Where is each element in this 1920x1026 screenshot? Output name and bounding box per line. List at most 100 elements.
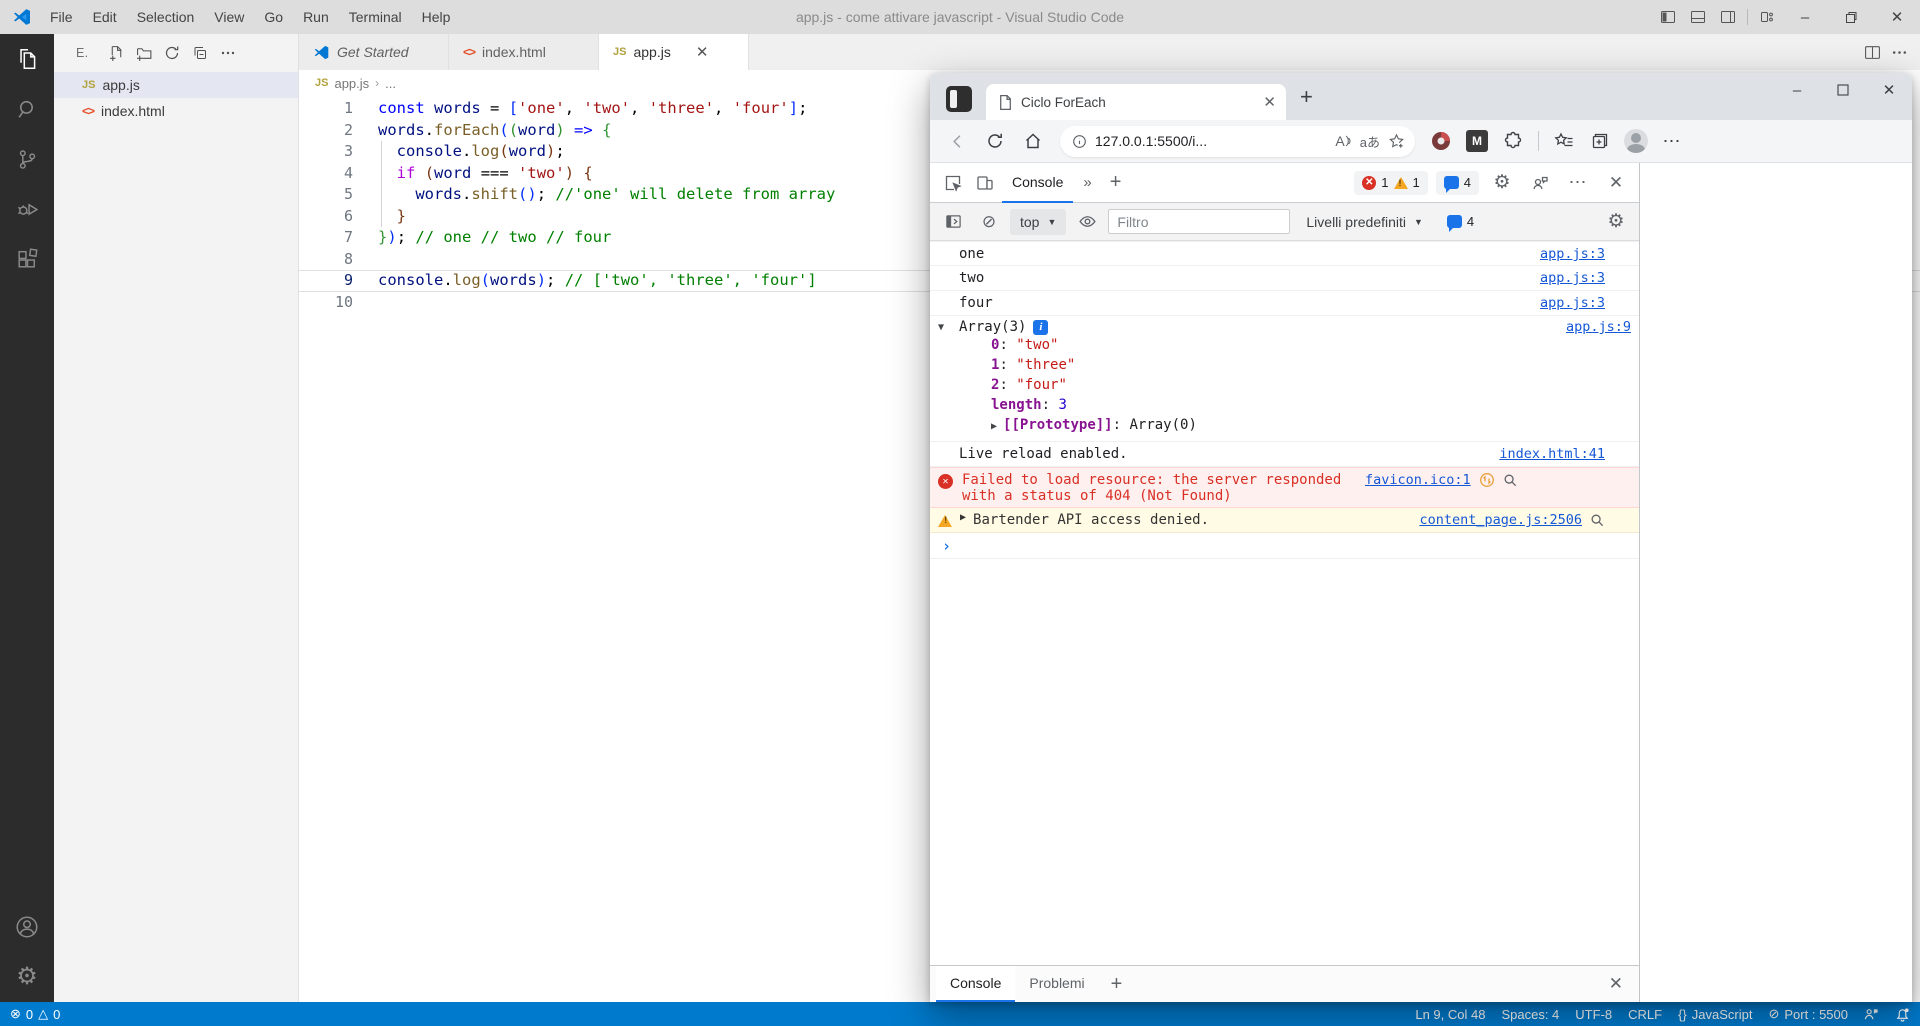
source-link[interactable]: index.html:41 — [1499, 446, 1605, 462]
site-info-icon[interactable] — [1072, 134, 1087, 149]
source-link[interactable]: app.js:9 — [1566, 319, 1631, 335]
cursor-position[interactable]: Ln 9, Col 48 — [1415, 1007, 1485, 1022]
clear-console-icon[interactable]: ⊘ — [974, 207, 1004, 237]
favorites-hub-icon[interactable] — [1548, 125, 1580, 157]
drawer-close-icon[interactable]: ✕ — [1599, 966, 1633, 1002]
run-debug-icon[interactable] — [0, 184, 54, 234]
console-filter-input[interactable] — [1108, 209, 1290, 234]
collapse-folders-icon[interactable] — [186, 41, 214, 65]
live-expression-eye-icon[interactable] — [1072, 207, 1102, 237]
refresh-icon[interactable] — [978, 124, 1012, 158]
customize-layout-icon[interactable] — [1752, 0, 1782, 34]
vscode-close-button[interactable]: ✕ — [1874, 0, 1920, 34]
vertical-tabs-icon[interactable] — [946, 86, 972, 112]
messages-badge[interactable]: 4 — [1436, 171, 1479, 195]
close-tab-icon[interactable]: ✕ — [696, 43, 709, 61]
collapsed-arrow-icon[interactable]: ▶ — [960, 512, 966, 523]
read-aloud-icon[interactable]: A — [1335, 133, 1351, 149]
tab-close-icon[interactable]: ✕ — [1263, 93, 1276, 111]
array-property[interactable]: 0: "two" — [938, 335, 1631, 355]
explain-error-icon[interactable] — [1479, 472, 1495, 488]
new-file-icon[interactable] — [102, 41, 130, 65]
devtools-close-icon[interactable]: ✕ — [1601, 168, 1631, 198]
source-link[interactable]: content_page.js:2506 — [1419, 512, 1582, 528]
feedback-icon[interactable] — [1864, 1007, 1879, 1022]
file-item-app.js[interactable]: JSapp.js — [54, 72, 298, 98]
toggle-sidebar-icon[interactable] — [1653, 0, 1683, 34]
devtools-tab-console[interactable]: Console — [1002, 163, 1073, 203]
back-icon[interactable] — [940, 124, 974, 158]
collections-icon[interactable] — [1584, 125, 1616, 157]
tab-index.html[interactable]: <>index.html — [449, 34, 599, 70]
source-link[interactable]: app.js:3 — [1540, 270, 1605, 286]
drawer-tab-problemi[interactable]: Problemi — [1015, 966, 1098, 1002]
menu-terminal[interactable]: Terminal — [339, 0, 412, 34]
notifications-bell-icon[interactable] — [1895, 1007, 1910, 1022]
browser-tab[interactable]: Ciclo ForEach ✕ — [986, 84, 1286, 120]
address-bar[interactable]: 127.0.0.1:5500/i... A aあ — [1060, 126, 1415, 157]
browser-maximize-button[interactable] — [1820, 73, 1866, 107]
array-header[interactable]: ▼Array(3)iapp.js:9 — [938, 319, 1631, 335]
vscode-minimize-button[interactable]: – — [1782, 0, 1828, 34]
more-tabs-icon[interactable]: » — [1075, 174, 1099, 191]
search-icon[interactable] — [0, 84, 54, 134]
search-message-icon[interactable] — [1503, 473, 1518, 488]
menu-file[interactable]: File — [40, 0, 83, 34]
account-icon[interactable] — [0, 902, 54, 952]
expanded-arrow-icon[interactable]: ▼ — [938, 319, 959, 333]
file-item-index.html[interactable]: <>index.html — [54, 98, 298, 124]
refresh-explorer-icon[interactable] — [158, 41, 186, 65]
array-property[interactable]: length: 3 — [938, 395, 1631, 415]
console-messages-badge[interactable]: 4 — [1439, 210, 1482, 234]
log-levels-selector[interactable]: Livelli predefiniti▼ — [1296, 214, 1433, 230]
vscode-restore-button[interactable] — [1828, 0, 1874, 34]
array-property[interactable]: 2: "four" — [938, 375, 1631, 395]
context-selector[interactable]: top▼ — [1010, 209, 1066, 235]
search-message-icon[interactable] — [1590, 513, 1605, 528]
extensions-puzzle-icon[interactable] — [1497, 125, 1529, 157]
tab-get-started[interactable]: Get Started — [299, 34, 449, 70]
array-property[interactable]: 1: "three" — [938, 355, 1631, 375]
console-settings-gear-icon[interactable]: ⚙ — [1601, 207, 1631, 237]
console-empty-space[interactable] — [930, 559, 1639, 965]
page-viewport[interactable] — [1640, 163, 1912, 1002]
console-sidebar-icon[interactable] — [938, 207, 968, 237]
issues-badge[interactable]: ✕ 1 1 — [1354, 171, 1427, 195]
menu-selection[interactable]: Selection — [127, 0, 205, 34]
translate-icon[interactable]: aあ — [1360, 132, 1380, 151]
extension-video-icon[interactable] — [1425, 125, 1457, 157]
breadcrumb-ellipsis[interactable]: ... — [385, 76, 396, 91]
menu-edit[interactable]: Edit — [83, 0, 127, 34]
array-property[interactable]: ▶[[Prototype]]: Array(0) — [938, 415, 1631, 437]
browser-close-button[interactable]: ✕ — [1866, 73, 1912, 107]
eol-sequence[interactable]: CRLF — [1628, 1007, 1662, 1022]
live-server-port[interactable]: ⊘Port : 5500 — [1768, 1006, 1848, 1022]
add-devtools-tab-icon[interactable]: + — [1102, 171, 1130, 194]
settings-gear-icon[interactable]: ⚙ — [0, 952, 54, 1002]
source-control-icon[interactable] — [0, 134, 54, 184]
editor-more-actions-icon[interactable] — [1891, 44, 1908, 61]
breadcrumb-file[interactable]: app.js — [334, 76, 369, 91]
collapsed-arrow-icon[interactable]: ▶ — [991, 421, 997, 432]
extensions-icon[interactable] — [0, 234, 54, 284]
menu-go[interactable]: Go — [254, 0, 293, 34]
source-link[interactable]: favicon.ico:1 — [1365, 472, 1471, 488]
toggle-panel-icon[interactable] — [1683, 0, 1713, 34]
url-text[interactable]: 127.0.0.1:5500/i... — [1095, 133, 1327, 149]
tab-app.js[interactable]: JSapp.js✕ — [599, 34, 749, 70]
browser-settings-more-icon[interactable]: ⋯ — [1656, 125, 1688, 157]
toggle-secondary-sidebar-icon[interactable] — [1713, 0, 1743, 34]
menu-view[interactable]: View — [204, 0, 254, 34]
profile-avatar[interactable] — [1620, 125, 1652, 157]
drawer-tab-console[interactable]: Console — [936, 966, 1015, 1002]
browser-minimize-button[interactable]: – — [1774, 73, 1820, 107]
home-icon[interactable] — [1016, 124, 1050, 158]
devtools-more-icon[interactable]: ⋯ — [1563, 168, 1593, 198]
problems-status[interactable]: ⊗ 0 △ 0 — [10, 1006, 60, 1022]
menu-help[interactable]: Help — [412, 0, 461, 34]
feedback-people-icon[interactable] — [1525, 168, 1555, 198]
inspect-element-icon[interactable] — [938, 168, 968, 198]
extension-m-icon[interactable]: M — [1461, 125, 1493, 157]
new-folder-icon[interactable] — [130, 41, 158, 65]
device-toolbar-icon[interactable] — [970, 168, 1000, 198]
